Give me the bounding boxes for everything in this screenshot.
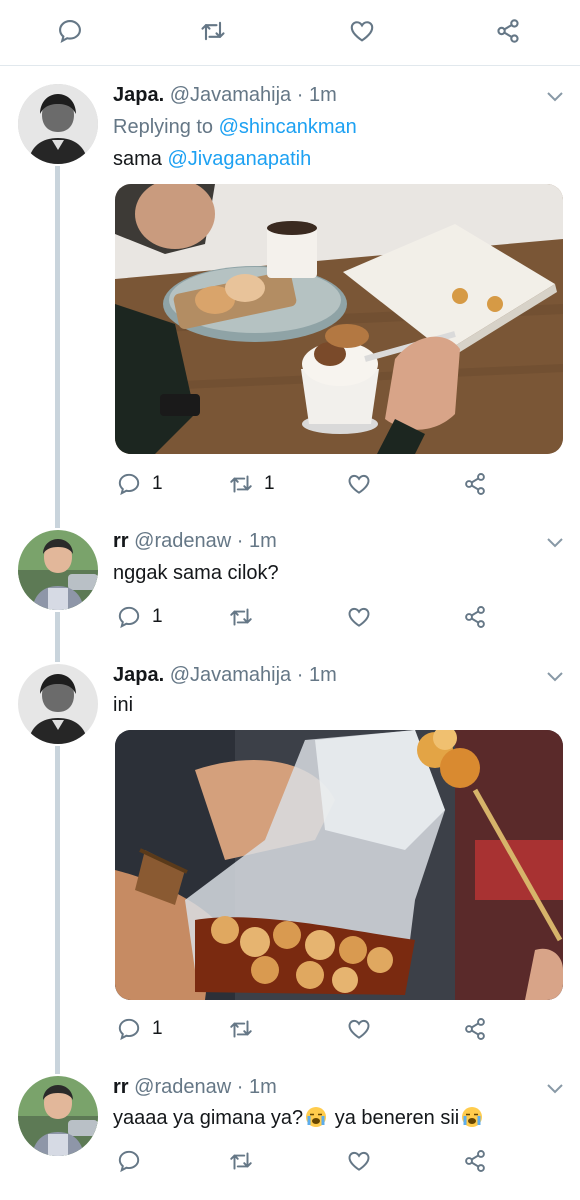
thread-line (55, 1060, 60, 1074)
retweet-button[interactable]: 1 (228, 471, 275, 497)
retweet-button[interactable] (228, 1148, 254, 1174)
tweet-header: rr @radenaw · 1m (113, 1076, 277, 1099)
retweet-icon (230, 475, 252, 493)
display-name[interactable]: rr (113, 1076, 129, 1098)
reply-button[interactable] (56, 17, 84, 45)
heart-icon (350, 21, 374, 42)
reply-icon (118, 1150, 140, 1173)
display-name[interactable]: Japa. (113, 664, 164, 686)
reply-button[interactable] (116, 1148, 142, 1174)
reply-count: 1 (152, 1018, 163, 1039)
timestamp[interactable]: 1m (249, 530, 277, 552)
tweet-text-body: sama (113, 148, 162, 170)
chevron-down-icon[interactable] (545, 90, 565, 104)
tweet-text: ini (113, 694, 134, 716)
display-name[interactable]: rr (113, 530, 129, 552)
mention-link[interactable]: @Jivaganapatih (167, 148, 311, 170)
heart-icon (348, 1019, 370, 1039)
share-icon (465, 606, 485, 628)
share-button[interactable] (462, 604, 488, 630)
reply-button[interactable]: 1 (116, 604, 163, 630)
tweet-media-image[interactable] (115, 730, 563, 1000)
tweet-media-image[interactable] (115, 184, 563, 454)
avatar[interactable] (18, 84, 98, 164)
timestamp[interactable]: 1m (309, 664, 337, 686)
separator: · (231, 530, 249, 552)
display-name[interactable]: Japa. (113, 84, 164, 106)
retweet-count: 1 (264, 473, 275, 494)
heart-icon (348, 1151, 370, 1171)
thread-line (55, 646, 60, 662)
reply-icon (118, 473, 140, 496)
like-button[interactable] (348, 17, 376, 45)
reply-button[interactable]: 1 (116, 1016, 163, 1042)
replying-to: Replying to @shincankman (113, 116, 357, 139)
tweet-1[interactable]: Japa. @Javamahija · 1m Replying to @shin… (0, 66, 580, 514)
reply-count: 1 (152, 606, 163, 627)
like-button[interactable] (346, 1016, 372, 1042)
tweet-3[interactable]: Japa. @Javamahija · 1m ini 1 (0, 646, 580, 1060)
like-button[interactable] (346, 471, 372, 497)
user-handle[interactable]: @radenaw (134, 530, 231, 552)
thread-line (55, 166, 60, 514)
heart-icon (348, 607, 370, 627)
replying-to-label: Replying to (113, 116, 214, 138)
separator: · (231, 1076, 249, 1098)
tweet-header: Japa. @Javamahija · 1m (113, 84, 337, 107)
share-button[interactable] (462, 1016, 488, 1042)
heart-icon (348, 474, 370, 494)
thread-line (55, 746, 60, 1060)
tweet-text: yaaaa ya gimana ya? ya beneren sii (113, 1106, 485, 1130)
retweet-button[interactable] (228, 1016, 254, 1042)
user-handle[interactable]: @Javamahija (170, 664, 291, 686)
separator: · (291, 664, 309, 686)
retweet-icon (230, 1152, 252, 1170)
reply-icon (59, 20, 81, 43)
share-icon (497, 19, 519, 43)
tweet-text: nggak sama cilok? (113, 562, 279, 584)
like-button[interactable] (346, 604, 372, 630)
tweet-text: sama @Jivaganapatih (113, 148, 311, 171)
share-button[interactable] (462, 1148, 488, 1174)
tweet-text-part2: ya beneren sii (329, 1107, 460, 1129)
separator: · (291, 84, 309, 106)
tweet-header: Japa. @Javamahija · 1m (113, 664, 337, 687)
retweet-icon (201, 21, 225, 41)
avatar[interactable] (18, 664, 98, 744)
loudly-crying-face-icon (462, 1107, 483, 1127)
top-action-bar (0, 0, 580, 66)
retweet-button[interactable] (228, 604, 254, 630)
share-icon (465, 473, 485, 495)
retweet-button[interactable] (199, 17, 227, 45)
tweet-4[interactable]: rr @radenaw · 1m yaaaa ya gimana ya? ya … (0, 1060, 580, 1200)
chevron-down-icon[interactable] (545, 670, 565, 684)
reply-icon (118, 1018, 140, 1041)
share-icon (465, 1150, 485, 1172)
timestamp[interactable]: 1m (249, 1076, 277, 1098)
retweet-icon (230, 608, 252, 626)
tweet-text-part1: yaaaa ya gimana ya? (113, 1107, 304, 1129)
avatar[interactable] (18, 1076, 98, 1156)
share-icon (465, 1018, 485, 1040)
tweet-2[interactable]: rr @radenaw · 1m nggak sama cilok? 1 (0, 514, 580, 646)
loudly-crying-face-icon (306, 1107, 327, 1127)
share-button[interactable] (494, 17, 522, 45)
chevron-down-icon[interactable] (545, 536, 565, 550)
user-handle[interactable]: @Javamahija (170, 84, 291, 106)
avatar[interactable] (18, 530, 98, 610)
timestamp[interactable]: 1m (309, 84, 337, 106)
retweet-icon (230, 1020, 252, 1038)
share-button[interactable] (462, 471, 488, 497)
reply-count: 1 (152, 473, 163, 494)
thread-line (55, 514, 60, 528)
reply-icon (118, 606, 140, 629)
chevron-down-icon[interactable] (545, 1082, 565, 1096)
reply-button[interactable]: 1 (116, 471, 163, 497)
thread-line (55, 612, 60, 646)
like-button[interactable] (346, 1148, 372, 1174)
tweet-header: rr @radenaw · 1m (113, 530, 277, 553)
user-handle[interactable]: @radenaw (134, 1076, 231, 1098)
replying-to-handle[interactable]: @shincankman (219, 116, 357, 138)
